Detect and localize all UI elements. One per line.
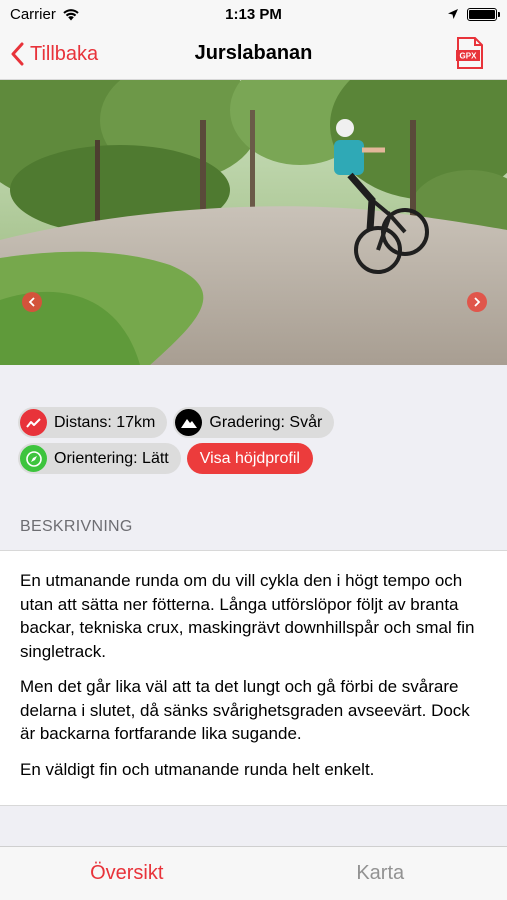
description-paragraph: En utmanande runda om du vill cykla den … — [20, 571, 475, 661]
description-section-header: BESKRIVNING — [20, 518, 133, 535]
navigation-bar: Tillbaka Jurslabanan GPX — [0, 28, 507, 80]
status-bar: Carrier 1:13 PM — [0, 0, 507, 28]
tag-row: Distans: 17km Gradering: Svår — [18, 407, 498, 438]
tab-overview[interactable]: Översikt — [0, 847, 254, 900]
description-paragraph: En väldigt fin och utmanande runda helt … — [20, 759, 375, 779]
description-paragraph: Men det går lika väl att ta det lungt oc… — [20, 677, 470, 743]
status-right — [447, 7, 500, 21]
tab-map[interactable]: Karta — [254, 847, 507, 900]
carrier-label: Carrier — [10, 5, 56, 23]
wifi-icon — [63, 8, 79, 20]
previous-image-button[interactable] — [22, 292, 42, 312]
next-image-button[interactable] — [467, 292, 487, 312]
battery-icon — [467, 7, 500, 21]
chevron-right-icon — [474, 297, 481, 307]
trail-info-tags: Distans: 17km Gradering: Svår Orienterin… — [18, 407, 498, 479]
trail-photo-illustration — [0, 80, 507, 365]
distance-graph-icon — [20, 409, 47, 436]
gpx-file-icon: GPX — [456, 37, 483, 69]
compass-icon — [20, 445, 47, 472]
tag-row: Orientering: Lätt Visa höjdprofil — [18, 443, 498, 474]
gpx-label: GPX — [460, 52, 478, 61]
tab-bar: Översikt Karta — [0, 846, 507, 900]
show-elevation-profile-button[interactable]: Visa höjdprofil — [186, 443, 313, 474]
back-button[interactable]: Tillbaka — [10, 28, 98, 80]
description-panel: En utmanande runda om du vill cykla den … — [0, 550, 507, 806]
back-button-label: Tillbaka — [30, 42, 99, 65]
chevron-left-icon — [28, 297, 35, 307]
orientation-label: Orientering: Lätt — [54, 449, 169, 467]
distance-tag: Distans: 17km — [18, 407, 168, 438]
orientation-tag: Orientering: Lätt — [18, 443, 181, 474]
status-left: Carrier — [10, 6, 80, 23]
grading-label: Gradering: Svår — [209, 413, 323, 431]
grading-tag: Gradering: Svår — [173, 407, 335, 438]
location-arrow-icon — [448, 9, 458, 19]
gpx-download-button[interactable]: GPX — [455, 36, 485, 70]
chevron-left-icon — [11, 42, 24, 66]
distance-label: Distans: 17km — [54, 413, 156, 431]
mountain-icon — [175, 409, 203, 436]
trail-photo — [0, 80, 507, 365]
